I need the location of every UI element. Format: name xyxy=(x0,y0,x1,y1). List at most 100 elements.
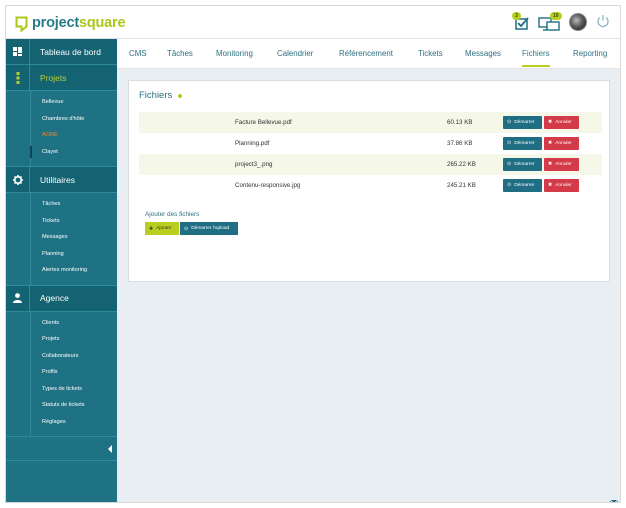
sidebar-label-agency: Agence xyxy=(40,293,69,303)
cancel-label: Annuler xyxy=(555,162,572,167)
start-icon: ⊙ xyxy=(507,140,512,146)
cancel-button[interactable]: ✖ Annuler xyxy=(544,137,579,150)
logo-text-project: project xyxy=(32,15,79,31)
sidebar-item-taches[interactable]: Tâches xyxy=(6,196,117,213)
tab-cms[interactable]: CMS xyxy=(129,39,147,69)
tab-reporting[interactable]: Reporting xyxy=(573,39,607,69)
start-upload-button[interactable]: ⊙ Démarrer l'upload xyxy=(180,222,238,235)
start-label: Démarrer xyxy=(514,162,535,167)
start-icon: ⊙ xyxy=(507,182,512,188)
files-list: Facture Bellevue.pdf 60.13 KB ⊙ Démarrer … xyxy=(139,112,602,196)
gear-icon xyxy=(6,166,30,193)
sidebar-item-aore[interactable]: AORE xyxy=(6,127,117,144)
tab-tickets[interactable]: Tickets xyxy=(418,39,443,69)
logo-mark-icon xyxy=(15,16,28,32)
file-name: Planning.pdf xyxy=(235,140,270,147)
tab-bar: CMS Tâches Monitoring Calendrier Référen… xyxy=(117,39,620,69)
sidebar-item-messages[interactable]: Messages xyxy=(6,229,117,246)
panel-title-text: Fichiers xyxy=(139,90,173,101)
sidebar-item-agency[interactable]: Agence xyxy=(6,285,117,312)
utilities-list: Tâches Tickets Messages Planning Alertes… xyxy=(6,193,117,286)
cancel-button[interactable]: ✖ Annuler xyxy=(544,158,579,171)
logo-text-square: square xyxy=(78,15,126,31)
cancel-label: Annuler xyxy=(555,141,572,146)
file-row: Facture Bellevue.pdf 60.13 KB ⊙ Démarrer … xyxy=(139,112,602,133)
tab-referencement[interactable]: Référencement xyxy=(339,39,393,69)
dashboard-icon xyxy=(6,38,30,65)
start-button[interactable]: ⊙ Démarrer xyxy=(503,116,542,129)
sidebar-item-profils[interactable]: Profils xyxy=(6,364,117,381)
cancel-label: Annuler xyxy=(555,183,572,188)
cancel-button[interactable]: ✖ Annuler xyxy=(544,179,579,192)
tab-monitoring[interactable]: Monitoring xyxy=(216,39,253,69)
file-name: Facture Bellevue.pdf xyxy=(235,119,292,126)
start-icon: ⊙ xyxy=(507,119,512,125)
file-size: 265.22 KB xyxy=(447,161,476,168)
start-button[interactable]: ⊙ Démarrer xyxy=(503,137,542,150)
start-icon: ⊙ xyxy=(507,161,512,167)
start-button[interactable]: ⊙ Démarrer xyxy=(503,158,542,171)
sidebar-item-types-tickets[interactable]: Types de tickets xyxy=(6,381,117,398)
top-header: projectsquare 3 10 xyxy=(6,6,620,39)
sidebar-section-agency: Agence Clients Projets Collaborateurs Pr… xyxy=(6,285,117,437)
sidebar-item-projects[interactable]: Projets xyxy=(6,64,117,91)
sidebar-label-dashboard: Tableau de bord xyxy=(40,46,101,57)
chevron-left-icon xyxy=(108,445,112,453)
sidebar-item-statuts-tickets[interactable]: Statuts de tickets xyxy=(6,397,117,414)
main-content: Fichiers Facture Bellevue.pdf 60.13 KB ⊙… xyxy=(117,69,620,502)
sidebar-item-projets[interactable]: Projets xyxy=(6,331,117,348)
close-icon: ✖ xyxy=(548,119,553,125)
plus-icon: ✚ xyxy=(149,225,154,232)
sidebar-collapse-button[interactable] xyxy=(6,437,117,461)
file-size: 245.21 KB xyxy=(447,182,476,189)
power-icon[interactable] xyxy=(596,14,610,33)
file-size: 60.13 KB xyxy=(447,119,473,126)
cancel-label: Annuler xyxy=(555,120,572,125)
start-label: Démarrer xyxy=(514,183,535,188)
screens-badge: 10 xyxy=(550,12,562,20)
tab-taches[interactable]: Tâches xyxy=(167,39,193,69)
sidebar-section-utilities: Utilitaires Tâches Tickets Messages Plan… xyxy=(6,166,117,286)
sidebar-item-dashboard[interactable]: Tableau de bord xyxy=(6,38,117,65)
add-label: Ajouter xyxy=(156,226,172,231)
logo[interactable]: projectsquare xyxy=(15,13,126,33)
status-dot-icon xyxy=(178,93,183,98)
sidebar-item-collaborateurs[interactable]: Collaborateurs xyxy=(6,348,117,365)
mail-icon[interactable] xyxy=(609,493,619,502)
logo-text: projectsquare xyxy=(32,15,126,31)
file-size: 37.86 KB xyxy=(447,140,473,147)
file-row: project3_.png 265.22 KB ⊙ Démarrer ✖ Annul… xyxy=(139,154,602,175)
cancel-button[interactable]: ✖ Annuler xyxy=(544,116,579,129)
tasks-badge: 3 xyxy=(512,12,521,20)
sidebar-section-dashboard: Tableau de bord xyxy=(6,38,117,65)
file-row: Planning.pdf 37.86 KB ⊙ Démarrer ✖ Annuler xyxy=(139,133,602,154)
sidebar-label-utilities: Utilitaires xyxy=(40,174,75,185)
tab-fichiers[interactable]: Fichiers xyxy=(522,39,550,69)
close-icon: ✖ xyxy=(548,161,553,167)
sidebar-item-chambres[interactable]: Chambres d'hôte xyxy=(6,111,117,128)
file-name: project3_.png xyxy=(235,161,273,168)
panel-title: Fichiers xyxy=(139,90,183,101)
projects-icon xyxy=(6,64,30,91)
tab-calendrier[interactable]: Calendrier xyxy=(277,39,313,69)
app-window: projectsquare 3 10 Tableau de bord Proje… xyxy=(5,5,621,503)
sidebar-item-clayet[interactable]: Clayet xyxy=(6,144,117,161)
sidebar-item-alertes[interactable]: Alertes monitoring xyxy=(6,262,117,279)
sidebar-item-reglages[interactable]: Réglages xyxy=(6,414,117,431)
add-file-button[interactable]: ✚ Ajouter xyxy=(145,222,179,235)
add-files-title: Ajouter des fichiers xyxy=(145,211,200,218)
avatar[interactable] xyxy=(569,13,587,31)
files-panel: Fichiers Facture Bellevue.pdf 60.13 KB ⊙… xyxy=(128,80,610,282)
close-icon: ✖ xyxy=(548,140,553,146)
sidebar-item-utilities[interactable]: Utilitaires xyxy=(6,166,117,193)
sidebar-item-clients[interactable]: Clients xyxy=(6,315,117,332)
start-button[interactable]: ⊙ Démarrer xyxy=(503,179,542,192)
tab-messages[interactable]: Messages xyxy=(465,39,501,69)
sidebar: Tableau de bord Projets Bellevue Chambre… xyxy=(6,38,117,502)
start-label: Démarrer xyxy=(514,141,535,146)
sidebar-item-planning[interactable]: Planning xyxy=(6,246,117,263)
sidebar-item-bellevue[interactable]: Bellevue xyxy=(6,94,117,111)
file-row: Contenu-responsive.jpg 245.21 KB ⊙ Démarr… xyxy=(139,175,602,196)
sidebar-label-projects: Projets xyxy=(40,72,67,83)
sidebar-item-tickets[interactable]: Tickets xyxy=(6,213,117,230)
